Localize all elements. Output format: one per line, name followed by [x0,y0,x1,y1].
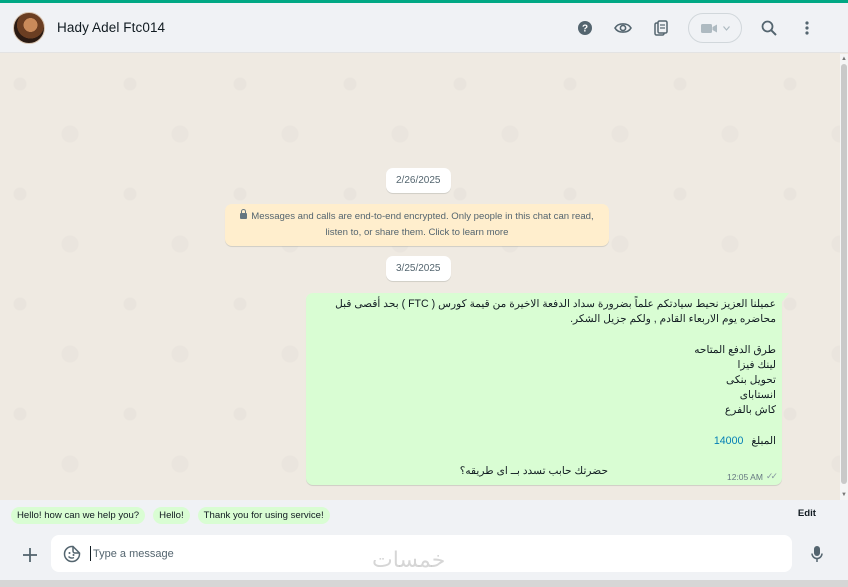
message-line: لينك فيزا [737,358,776,371]
video-call-icon [700,23,717,33]
message-line: كاش بالفرع [724,404,776,417]
help-icon[interactable]: ? [566,12,604,44]
microphone-icon[interactable] [808,543,826,565]
avatar[interactable] [13,11,45,44]
menu-icon[interactable] [788,12,826,44]
edit-quick-replies-button[interactable]: Edit [798,508,816,519]
scroll-up-icon[interactable]: ▲ [841,56,847,62]
amount-line: المبلغ 14000 [314,434,776,449]
delivered-ticks-icon: ✓✓ [765,471,778,481]
search-icon[interactable] [750,12,788,44]
encryption-notice-line-1: Messages and calls are end-to-end encryp… [251,211,594,222]
text-caret [90,546,91,561]
sticker-icon[interactable] [61,543,83,565]
message-line: طرق الدفع المتاحه [694,343,776,356]
contact-name[interactable]: Hady Adel Ftc014 [57,20,165,35]
message-line [314,327,776,342]
quick-reply[interactable]: Hello! [153,506,190,524]
svg-text:?: ? [582,24,588,35]
message-line: عميلنا العزيز نحيط سيادتكم علماً بضرورة … [335,298,776,310]
scrollbar-thumb[interactable] [841,64,847,484]
message-line: حضرتك حابب تسدد بــ اى طريقه؟ [459,465,608,478]
scroll-down-icon[interactable]: ▼ [841,492,847,498]
clipboard-icon[interactable] [642,12,680,44]
date-divider: 3/25/2025 [386,256,451,281]
watermark: خمسات [372,548,446,573]
video-call-button[interactable] [688,13,742,43]
amount-value[interactable]: 14000 [714,435,743,447]
lock-icon [240,209,248,219]
view-once-icon[interactable] [604,12,642,44]
message-line [314,449,776,464]
message-meta: 12:05 AM ✓✓ [726,471,778,482]
amount-label: المبلغ [751,434,776,447]
header-actions: ? [566,3,826,53]
message-text: عميلنا العزيز نحيط سيادتكم علماً بضرورة … [314,297,776,479]
chevron-down-icon [722,25,730,31]
attach-plus-icon[interactable] [19,544,41,566]
quick-reply[interactable]: Thank you for using service! [197,506,330,524]
quick-replies-bar: Hello! how can we help you? Hello! Thank… [0,500,848,530]
outgoing-message[interactable]: عميلنا العزيز نحيط سيادتكم علماً بضرورة … [306,293,789,485]
message-line: محاضره يوم الاربعاء القادم , ولكم جزيل ا… [570,313,776,326]
message-line: انستاباى [739,389,776,402]
message-time: 12:05 AM [726,471,763,482]
window-bottom-edge [0,580,848,587]
chat-area[interactable]: 2/26/2025 Messages and calls are end-to-… [0,54,848,500]
quick-reply[interactable]: Hello! how can we help you? [11,506,146,524]
encryption-notice-line-2: listen to, or share them. Click to learn… [325,227,509,238]
date-divider: 2/26/2025 [386,168,451,193]
message-line [314,419,776,434]
message-line: تحويل بنكى [726,374,776,386]
chat-header: Hady Adel Ftc014 ? [0,3,848,53]
encryption-notice[interactable]: Messages and calls are end-to-end encryp… [225,204,609,246]
